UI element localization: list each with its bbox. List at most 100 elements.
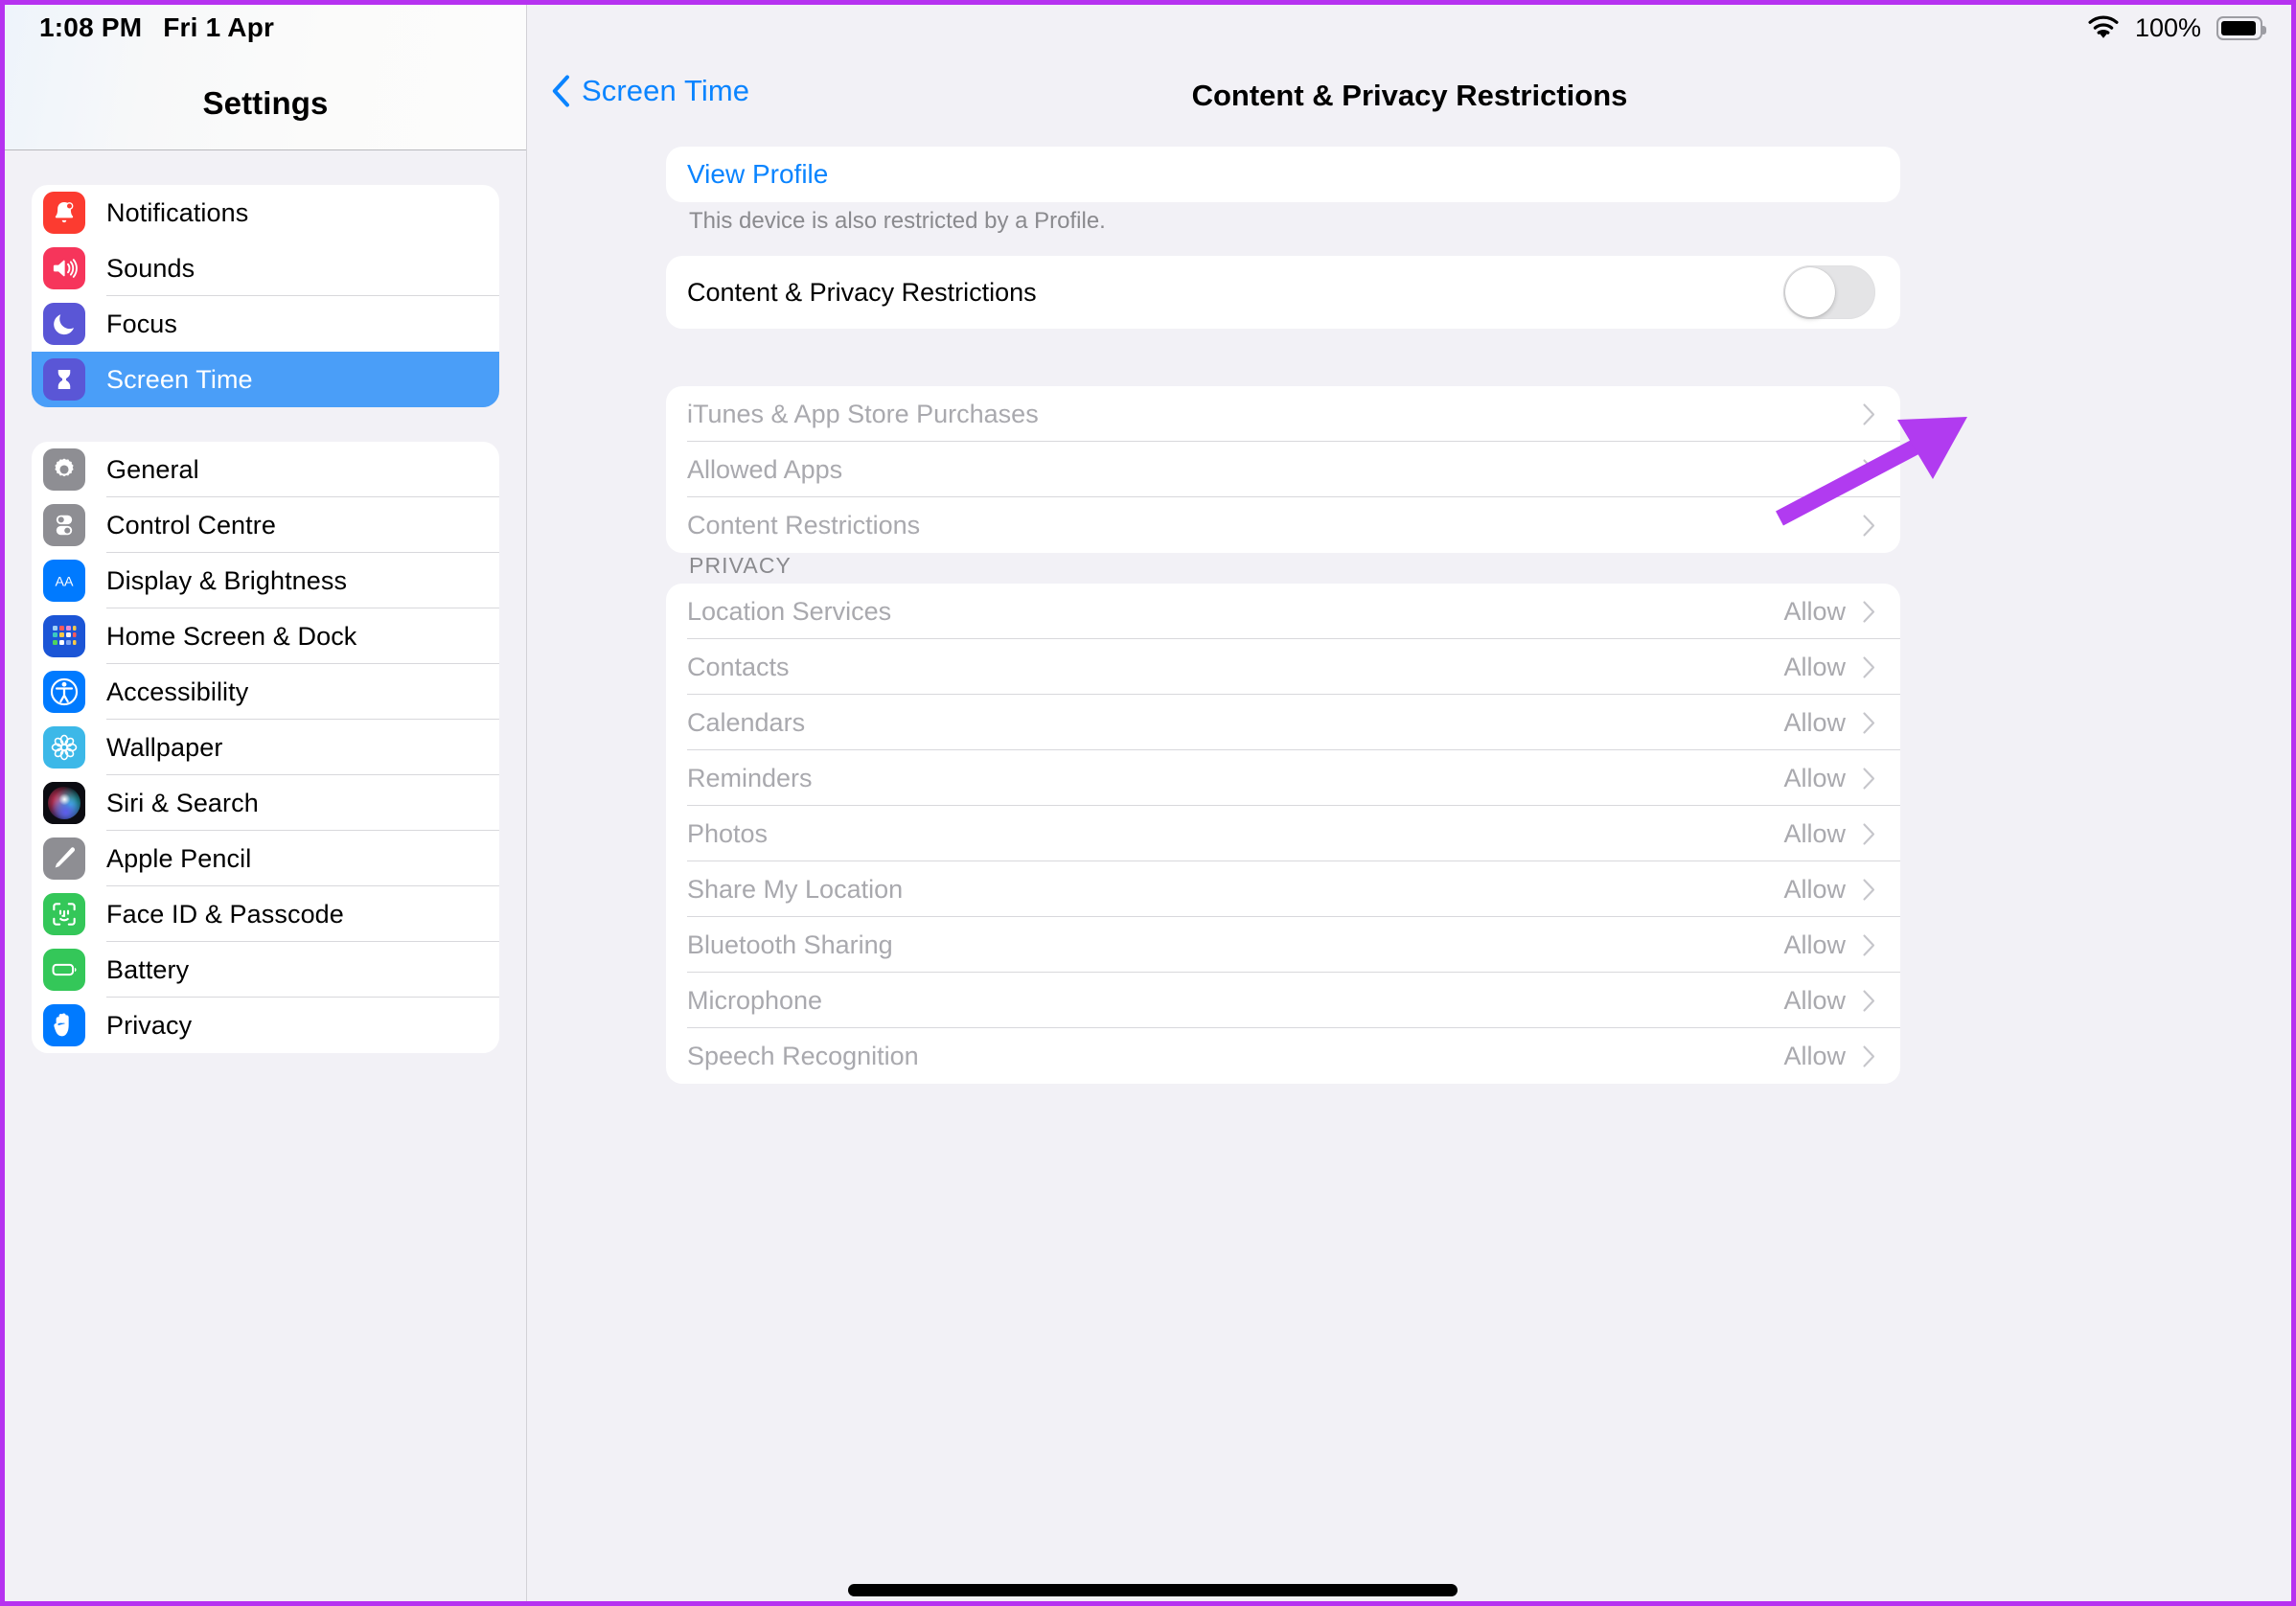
view-profile-link: View Profile [687, 159, 829, 189]
profile-footnote: This device is also restricted by a Prof… [689, 208, 1106, 234]
microphone-row[interactable]: Microphone Allow [666, 973, 1900, 1028]
row-value: Allow [1783, 596, 1846, 626]
chevron-right-icon [1863, 1044, 1875, 1067]
moon-icon [43, 303, 85, 345]
gear-icon [43, 448, 85, 491]
sidebar-header: Settings [5, 5, 526, 150]
sidebar-item-label: Accessibility [106, 677, 249, 706]
row-label: Location Services [687, 596, 892, 626]
sidebar-item-general[interactable]: General [32, 442, 499, 497]
sidebar-item-notifications[interactable]: Notifications [32, 185, 499, 241]
view-profile-row[interactable]: View Profile [666, 147, 1900, 202]
row-value: Allow [1783, 763, 1846, 792]
hourglass-icon [43, 358, 85, 401]
privacy-card: Location Services Allow Contacts Allow C… [666, 584, 1900, 1084]
sidebar-item-battery[interactable]: Battery [32, 942, 499, 998]
sidebar-item-label: Siri & Search [106, 788, 259, 817]
sidebar-item-label: Battery [106, 954, 190, 984]
detail-navigation-bar: Screen Time Content & Privacy Restrictio… [528, 5, 2291, 150]
sidebar-item-control-centre[interactable]: Control Centre [32, 497, 499, 553]
master-toggle-label: Content & Privacy Restrictions [687, 277, 1037, 307]
sliders-icon [43, 504, 85, 546]
chevron-right-icon [1863, 402, 1875, 425]
sidebar-item-apple-pencil[interactable]: Apple Pencil [32, 831, 499, 886]
row-label: iTunes & App Store Purchases [687, 399, 1039, 428]
hand-icon [43, 1004, 85, 1046]
bluetooth-sharing-row[interactable]: Bluetooth Sharing Allow [666, 917, 1900, 973]
speech-recognition-row[interactable]: Speech Recognition Allow [666, 1028, 1900, 1084]
sidebar-item-display-brightness[interactable]: AA Display & Brightness [32, 553, 499, 608]
row-label: Share My Location [687, 874, 904, 904]
svg-text:AA: AA [55, 575, 74, 590]
row-label: Bluetooth Sharing [687, 929, 893, 959]
row-value: Allow [1783, 707, 1846, 737]
sidebar-item-screen-time[interactable]: Screen Time [32, 352, 499, 407]
sidebar-item-label: Wallpaper [106, 732, 223, 762]
sidebar-group-1: Notifications Sounds Focus Screen Time [32, 185, 499, 407]
sidebar-item-label: Face ID & Passcode [106, 899, 344, 929]
contacts-row[interactable]: Contacts Allow [666, 639, 1900, 695]
sidebar-title: Settings [202, 85, 329, 121]
page-title: Content & Privacy Restrictions [1191, 79, 1628, 112]
sidebar-item-siri-search[interactable]: Siri & Search [32, 775, 499, 831]
face-id-icon [43, 893, 85, 935]
sidebar-item-label: Sounds [106, 253, 195, 283]
sidebar-item-focus[interactable]: Focus [32, 296, 499, 352]
app-grid-icon [43, 615, 85, 657]
sidebar-item-accessibility[interactable]: Accessibility [32, 664, 499, 720]
sidebar-item-sounds[interactable]: Sounds [32, 241, 499, 296]
chevron-right-icon [1863, 711, 1875, 734]
chevron-right-icon [1863, 600, 1875, 623]
toggle-knob [1785, 267, 1835, 317]
chevron-right-icon [1863, 822, 1875, 845]
reminders-row[interactable]: Reminders Allow [666, 750, 1900, 806]
row-label: Reminders [687, 763, 813, 792]
row-value: Allow [1783, 1041, 1846, 1070]
sidebar-item-label: Notifications [106, 197, 249, 227]
photos-row[interactable]: Photos Allow [666, 806, 1900, 861]
aa-text-icon: AA [43, 560, 85, 602]
row-value: Allow [1783, 874, 1846, 904]
sidebar-group-2: General Control Centre AA Display & Brig… [32, 442, 499, 1053]
row-label: Microphone [687, 985, 823, 1015]
sidebar-item-home-screen-dock[interactable]: Home Screen & Dock [32, 608, 499, 664]
privacy-section-header: PRIVACY [689, 553, 792, 578]
row-label: Allowed Apps [687, 454, 843, 484]
calendars-row[interactable]: Calendars Allow [666, 695, 1900, 750]
chevron-right-icon [1863, 989, 1875, 1012]
row-label: Speech Recognition [687, 1041, 919, 1070]
home-indicator[interactable] [848, 1584, 1458, 1596]
sidebar-item-face-id-passcode[interactable]: Face ID & Passcode [32, 886, 499, 942]
row-label: Content Restrictions [687, 510, 921, 539]
allowed-apps-row[interactable]: Allowed Apps [666, 442, 1900, 497]
itunes-app-store-purchases-row[interactable]: iTunes & App Store Purchases [666, 386, 1900, 442]
sidebar-item-label: Apple Pencil [106, 843, 252, 873]
sidebar-item-label: Screen Time [106, 364, 253, 394]
siri-orb-icon [43, 782, 85, 824]
content-restrictions-row[interactable]: Content Restrictions [666, 497, 1900, 553]
view-profile-card: View Profile [666, 147, 1900, 202]
share-my-location-row[interactable]: Share My Location Allow [666, 861, 1900, 917]
sidebar-item-wallpaper[interactable]: Wallpaper [32, 720, 499, 775]
row-label: Calendars [687, 707, 806, 737]
chevron-right-icon [1863, 767, 1875, 790]
restrictions-card: iTunes & App Store Purchases Allowed App… [666, 386, 1900, 553]
chevron-right-icon [1863, 655, 1875, 678]
sidebar-item-label: Focus [106, 309, 178, 338]
row-label: Contacts [687, 652, 790, 681]
chevron-right-icon [1863, 458, 1875, 481]
row-value: Allow [1783, 985, 1846, 1015]
location-services-row[interactable]: Location Services Allow [666, 584, 1900, 639]
pencil-icon [43, 837, 85, 880]
content-privacy-restrictions-toggle[interactable] [1783, 265, 1875, 319]
row-value: Allow [1783, 652, 1846, 681]
sidebar-item-label: Control Centre [106, 510, 276, 539]
row-label: Photos [687, 818, 769, 848]
content-privacy-restrictions-row[interactable]: Content & Privacy Restrictions [666, 256, 1900, 329]
sidebar-item-privacy[interactable]: Privacy [32, 998, 499, 1053]
speaker-waves-icon [43, 247, 85, 289]
bell-icon [43, 192, 85, 234]
detail-pane: Screen Time Content & Privacy Restrictio… [528, 5, 2291, 1601]
sidebar-item-label: Home Screen & Dock [106, 621, 357, 651]
chevron-right-icon [1863, 933, 1875, 956]
